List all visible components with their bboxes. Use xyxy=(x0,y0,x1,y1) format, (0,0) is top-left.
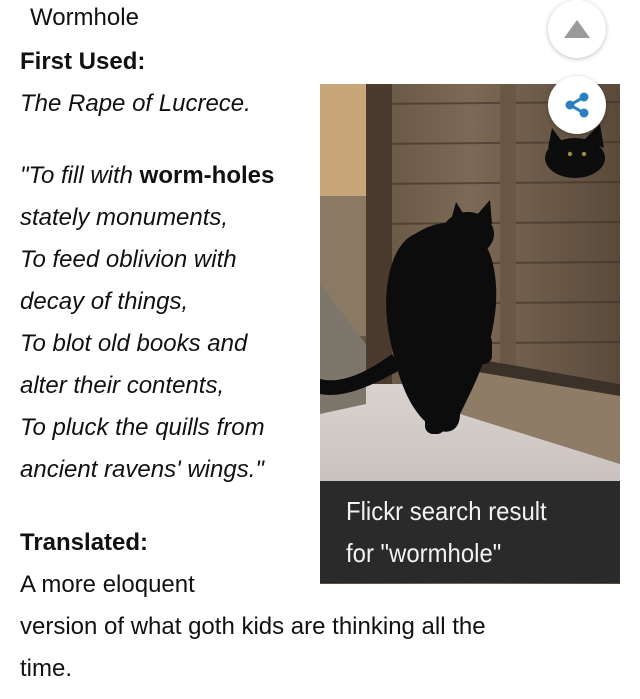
triangle-up-icon xyxy=(564,20,590,38)
share-icon xyxy=(565,92,589,118)
quote-line-3: To feed oblivion with xyxy=(20,246,237,273)
quote-line-1: "To fill with worm-holes xyxy=(20,162,274,190)
first-used-label: First Used: xyxy=(20,48,146,75)
translated-line-3: time. xyxy=(20,655,73,682)
quote-line-8: ancient ravens' wings." xyxy=(20,456,264,483)
entry-title: Wormhole xyxy=(30,4,139,31)
image-caption-line-1: Flickr search result xyxy=(346,496,547,526)
translated-label: Translated: xyxy=(20,529,149,556)
scroll-up-button[interactable] xyxy=(548,0,606,58)
first-used-value: The Rape of Lucrece. xyxy=(20,90,251,117)
quote-line-5: To blot old books and xyxy=(20,330,248,357)
quote-bold-term: worm-holes xyxy=(139,162,275,189)
translated-line-2: version of what goth kids are thinking a… xyxy=(20,613,486,640)
quote-line-1-text: "To fill with xyxy=(20,162,140,189)
quote-line-7: To pluck the quills from xyxy=(20,414,265,441)
quote-line-2: stately monuments, xyxy=(20,204,229,231)
share-button[interactable] xyxy=(548,76,606,134)
quote-line-4: decay of things, xyxy=(20,288,189,315)
image-caption-line-2: for "wormhole" xyxy=(346,538,502,568)
translated-line-1: A more eloquent xyxy=(20,571,195,598)
quote-line-6: alter their contents, xyxy=(20,372,225,399)
